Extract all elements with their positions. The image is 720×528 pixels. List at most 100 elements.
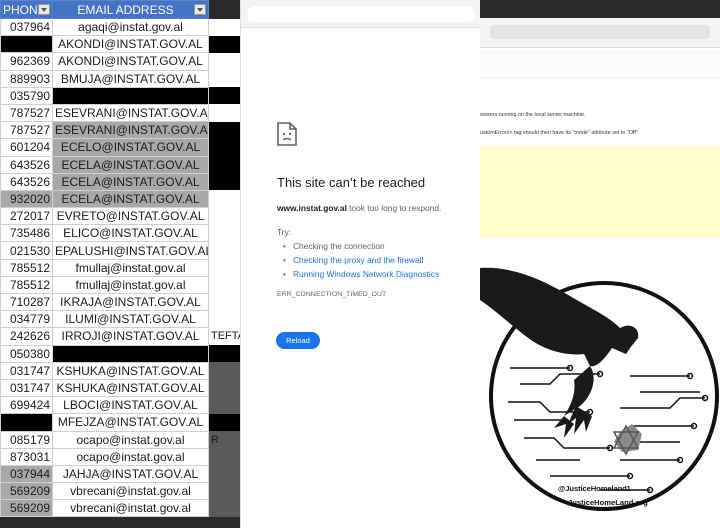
phone-cell[interactable]: 787527 [0, 121, 53, 140]
extra-cell[interactable] [208, 224, 240, 242]
email-cell[interactable]: vbrecani@instat.gov.al [52, 482, 209, 501]
extra-cell[interactable] [208, 482, 240, 500]
extra-cell[interactable] [208, 207, 240, 225]
extra-cell[interactable] [208, 293, 240, 311]
extra-cell[interactable] [208, 35, 240, 53]
phone-cell[interactable]: 889903 [0, 69, 53, 88]
extra-cell[interactable] [208, 362, 240, 380]
email-cell[interactable] [52, 86, 209, 105]
table-row[interactable]: 569209 vbrecani@instat.gov.al [0, 499, 240, 518]
extra-cell[interactable] [208, 156, 240, 174]
table-row[interactable]: 787527 ESEVRANI@INSTAT.GOV.AL [0, 103, 240, 123]
table-row[interactable]: 569209 vbrecani@instat.gov.al [0, 482, 240, 501]
extra-cell[interactable]: TEFTA [208, 327, 240, 346]
reload-button[interactable]: Reload [276, 332, 320, 349]
table-row[interactable]: 037964 agaqi@instat.gov.al [0, 17, 240, 37]
email-cell[interactable]: ILUMI@INSTAT.GOV.AL [52, 310, 209, 329]
phone-cell[interactable]: 569209 [0, 482, 53, 501]
extra-cell[interactable] [208, 413, 240, 431]
extra-cell[interactable] [208, 259, 240, 277]
table-row[interactable]: 037944 JAHJA@INSTAT.GOV.AL [0, 464, 240, 484]
phone-cell[interactable]: 031747 [0, 378, 53, 398]
phone-cell[interactable] [0, 35, 53, 54]
table-row[interactable]: 031747 KSHUKA@INSTAT.GOV.AL [0, 361, 240, 380]
extra-cell[interactable]: R [208, 431, 240, 449]
email-cell[interactable]: fmullaj@instat.gov.al [52, 258, 209, 277]
extra-cell[interactable] [208, 276, 240, 294]
extra-cell[interactable] [208, 190, 240, 208]
table-row[interactable]: 085179 ocapo@instat.gov.al R [0, 430, 240, 449]
email-cell[interactable]: IRROJI@INSTAT.GOV.AL [52, 327, 209, 346]
email-cell[interactable]: vbrecani@instat.gov.al [52, 499, 209, 518]
email-cell[interactable]: BMUJA@INSTAT.GOV.AL [52, 69, 209, 88]
extra-cell[interactable] [208, 173, 240, 191]
email-cell[interactable]: ECELO@INSTAT.GOV.AL [52, 138, 209, 157]
table-row[interactable]: 034779 ILUMI@INSTAT.GOV.AL [0, 310, 240, 329]
table-row[interactable]: 643526 ECELA@INSTAT.GOV.AL [0, 172, 240, 191]
table-row[interactable]: 035790 [0, 86, 240, 105]
phone-cell[interactable]: 785512 [0, 275, 53, 295]
phone-cell[interactable]: 569209 [0, 499, 53, 518]
phone-cell[interactable]: 962369 [0, 52, 53, 71]
extra-cell[interactable] [208, 499, 240, 517]
email-cell[interactable]: JAHJA@INSTAT.GOV.AL [52, 464, 209, 484]
phone-cell[interactable]: 050380 [0, 344, 53, 363]
table-row[interactable]: 272017 EVRETO@INSTAT.GOV.AL [0, 207, 240, 226]
phone-cell[interactable]: 034779 [0, 310, 53, 329]
extra-cell[interactable] [208, 448, 240, 466]
table-row[interactable]: 601204 ECELO@INSTAT.GOV.AL [0, 138, 240, 157]
table-row[interactable]: 787527 ESEVRANI@INSTAT.GOV.AL [0, 121, 240, 140]
phone-cell[interactable]: 021530 [0, 241, 53, 260]
table-row[interactable]: 699424 LBOCI@INSTAT.GOV.AL [0, 396, 240, 415]
email-cell[interactable]: AKONDI@INSTAT.GOV.AL [52, 35, 209, 54]
address-bar[interactable] [247, 6, 475, 22]
email-cell[interactable]: agaqi@instat.gov.al [52, 17, 209, 37]
extra-cell[interactable] [208, 310, 240, 328]
email-filter-dropdown-icon[interactable] [194, 4, 206, 15]
email-cell[interactable]: LBOCI@INSTAT.GOV.AL [52, 396, 209, 415]
email-cell[interactable]: ESEVRANI@INSTAT.GOV.AL [52, 121, 209, 140]
extra-cell[interactable] [208, 104, 240, 122]
phone-cell[interactable]: 037944 [0, 464, 53, 484]
extra-cell[interactable] [208, 138, 240, 156]
extra-cell[interactable] [208, 345, 240, 363]
phone-filter-dropdown-icon[interactable] [38, 4, 50, 15]
extra-cell[interactable] [208, 18, 240, 36]
email-cell[interactable]: EPALUSHI@INSTAT.GOV.AL [52, 241, 209, 260]
email-cell[interactable]: ELICO@INSTAT.GOV.AL [52, 224, 209, 243]
phone-cell[interactable]: 710287 [0, 292, 53, 312]
extra-cell[interactable] [208, 87, 240, 105]
table-row[interactable]: 021530 EPALUSHI@INSTAT.GOV.AL [0, 241, 240, 260]
table-row[interactable]: 889903 BMUJA@INSTAT.GOV.AL [0, 69, 240, 88]
browser-tab[interactable] [490, 25, 710, 39]
phone-cell[interactable]: 272017 [0, 207, 53, 226]
extra-cell[interactable] [208, 70, 240, 88]
extra-cell[interactable] [208, 379, 240, 397]
table-row[interactable]: 932020 ECELA@INSTAT.GOV.AL [0, 189, 240, 209]
email-cell[interactable]: EVRETO@INSTAT.GOV.AL [52, 207, 209, 226]
table-row[interactable]: 873031 ocapo@instat.gov.al [0, 447, 240, 466]
table-row[interactable]: 785512 fmullaj@instat.gov.al [0, 258, 240, 277]
phone-cell[interactable]: 735486 [0, 224, 53, 243]
email-cell[interactable] [52, 344, 209, 363]
extra-cell[interactable] [208, 396, 240, 414]
phone-cell[interactable] [0, 413, 53, 432]
phone-cell[interactable]: 242626 [0, 327, 53, 346]
extra-cell[interactable] [208, 52, 240, 71]
email-cell[interactable]: ocapo@instat.gov.al [52, 447, 209, 466]
suggestion-link[interactable]: Running Windows Network Diagnostics [283, 267, 439, 281]
table-row[interactable]: 050380 [0, 344, 240, 363]
extra-cell[interactable] [208, 465, 240, 483]
phone-cell[interactable]: 035790 [0, 86, 53, 105]
table-row[interactable]: 031747 KSHUKA@INSTAT.GOV.AL [0, 378, 240, 398]
table-row[interactable]: 242626IRROJI@INSTAT.GOV.ALTEFTA [0, 327, 240, 346]
phone-cell[interactable]: 031747 [0, 361, 53, 380]
table-row[interactable]: MFEJZA@INSTAT.GOV.AL [0, 413, 240, 432]
email-cell[interactable]: ECELA@INSTAT.GOV.AL [52, 155, 209, 174]
phone-cell[interactable]: 643526 [0, 155, 53, 174]
phone-column-header[interactable]: PHONE [0, 0, 53, 19]
email-cell[interactable]: KSHUKA@INSTAT.GOV.AL [52, 378, 209, 398]
email-cell[interactable]: ECELA@INSTAT.GOV.AL [52, 189, 209, 209]
email-cell[interactable]: KSHUKA@INSTAT.GOV.AL [52, 361, 209, 380]
suggestion-link[interactable]: Checking the proxy and the firewall [283, 253, 439, 267]
